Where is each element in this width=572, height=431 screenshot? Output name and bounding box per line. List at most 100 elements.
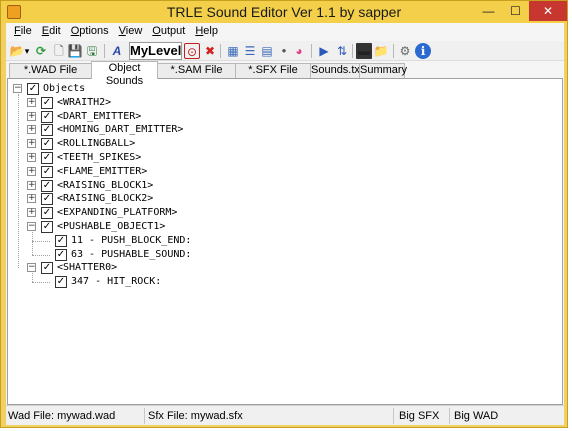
folder-icon[interactable]: 📁 [373, 43, 389, 59]
node-checkbox[interactable]: ✓ [55, 276, 67, 289]
node-checkbox[interactable]: ✓ [41, 262, 53, 275]
node-checkbox[interactable]: ✓ [55, 248, 67, 261]
node-checkbox[interactable]: ✓ [41, 152, 53, 164]
node-label: <ROLLINGBALL> [57, 138, 136, 150]
details-view-icon[interactable]: ▤ [259, 43, 275, 59]
font-icon[interactable]: A [109, 43, 125, 59]
expand-icon[interactable]: + [27, 153, 36, 162]
expand-icon[interactable]: + [27, 111, 36, 121]
record-icon[interactable]: ⊙ [184, 43, 200, 59]
node-checkbox[interactable]: ✓ [41, 221, 53, 233]
node-checkbox[interactable]: ✓ [41, 124, 53, 137]
node-checkbox[interactable]: ✓ [41, 96, 53, 109]
minimize-button[interactable]: — [475, 1, 502, 21]
title-bar[interactable]: TRLE Sound Editor Ver 1.1 by sapper — ☐ … [1, 1, 567, 23]
menu-options[interactable]: Options [66, 23, 114, 41]
status-big-wad: Big WAD [454, 410, 499, 422]
tree-object-node[interactable]: − ✓ <PUSHABLE_OBJECT1> [8, 220, 558, 234]
node-label: <EXPANDING_PLATFORM> [57, 207, 178, 219]
open-dropdown-icon[interactable]: ▾ [23, 43, 31, 59]
node-checkbox[interactable]: ✓ [41, 207, 53, 220]
collapse-icon[interactable]: − [27, 222, 36, 231]
node-label: <WRAITH2> [57, 96, 112, 108]
tree-object-node[interactable]: + ✓ <ROLLINGBALL> [8, 137, 558, 151]
menu-view-mnemonic: V [118, 25, 126, 37]
tree-object-node[interactable]: + ✓ <DART_EMITTER> [8, 110, 558, 124]
collapse-icon[interactable]: − [27, 263, 36, 273]
status-big-sfx: Big SFX [399, 410, 440, 422]
app-window: TRLE Sound Editor Ver 1.1 by sapper — ☐ … [0, 0, 568, 428]
tree-object-node[interactable]: − ✓ <SHATTER0> [8, 261, 558, 275]
expand-icon[interactable]: + [27, 97, 36, 107]
tree-object-node[interactable]: + ✓ <RAISING_BLOCK2> [8, 192, 558, 206]
expand-icon[interactable]: + [27, 139, 36, 149]
menu-view[interactable]: View [114, 23, 148, 41]
settings-icon[interactable]: ⚙ [397, 43, 413, 59]
expand-icon[interactable]: + [27, 194, 36, 204]
play-icon[interactable]: ▶ [316, 43, 332, 59]
list-view-icon[interactable]: ☰ [242, 43, 258, 59]
tab-sam-file-names[interactable]: *.SAM File Names [157, 63, 236, 89]
expand-icon[interactable]: + [27, 166, 36, 176]
save-as-icon[interactable]: 🖫 [84, 43, 100, 59]
node-label: Objects [43, 83, 86, 94]
tab-sounds-txt[interactable]: Sounds.txt [310, 63, 363, 78]
dot-icon[interactable]: ● [276, 43, 292, 59]
collapse-icon[interactable]: − [13, 84, 22, 93]
delete-icon[interactable]: ✖ [202, 43, 218, 59]
menu-edit[interactable]: Edit [37, 23, 66, 41]
tree-object-node[interactable]: + ✓ <FLAME_EMITTER> [8, 165, 558, 179]
tree-sound-node[interactable]: ✓ 11 - PUSH_BLOCK_END: [8, 234, 558, 248]
status-separator [144, 408, 145, 424]
tab-sfx-file-sounds[interactable]: *.SFX File Sounds [235, 63, 311, 89]
node-label: <SHATTER0> [57, 262, 118, 274]
tab-object-sounds[interactable]: Object Sounds [91, 61, 158, 87]
expand-icon[interactable]: + [27, 180, 36, 190]
color-wheel-icon[interactable]: ◕ [291, 43, 307, 59]
tree-connector [32, 232, 33, 255]
tree-sound-node[interactable]: ✓ 63 - PUSHABLE_SOUND: [8, 248, 558, 262]
status-sfx-file: Sfx File: mywad.sfx [148, 410, 243, 422]
node-label: <HOMING_DART_EMITTER> [57, 124, 184, 136]
client-area: File Edit Options View Output Help 📂 ▾ ⟳… [6, 23, 564, 425]
node-checkbox[interactable]: ✓ [27, 83, 39, 95]
save-icon[interactable]: 💾 [67, 43, 83, 59]
console-icon[interactable]: ▬ [356, 43, 372, 59]
tab-summary[interactable]: Summary [359, 63, 407, 78]
node-label: <TEETH_SPIKES> [57, 152, 142, 163]
sort-icon[interactable]: ⇅ [334, 43, 350, 59]
node-checkbox[interactable]: ✓ [41, 138, 53, 151]
status-separator [393, 408, 394, 424]
node-checkbox[interactable]: ✓ [41, 193, 53, 206]
menu-file[interactable]: File [9, 23, 37, 41]
node-label: <RAISING_BLOCK2> [57, 193, 154, 205]
node-checkbox[interactable]: ✓ [55, 234, 67, 247]
tree-sound-node[interactable]: ✓ 347 - HIT_ROCK: [8, 275, 558, 289]
menu-help[interactable]: Help [190, 23, 223, 41]
menu-options-mnemonic: O [70, 25, 80, 37]
menu-output[interactable]: Output [147, 23, 190, 41]
grid-view-icon[interactable]: ▦ [225, 43, 241, 59]
refresh-icon[interactable]: ⟳ [33, 43, 49, 59]
expand-icon[interactable]: + [27, 125, 36, 135]
tree-object-node[interactable]: + ✓ <RAISING_BLOCK1> [8, 179, 558, 193]
new-file-icon[interactable]: 🗋 [51, 43, 67, 59]
node-checkbox[interactable]: ✓ [41, 179, 53, 192]
tree-object-node[interactable]: + ✓ <TEETH_SPIKES> [8, 151, 558, 165]
menu-help-label: elp [203, 25, 218, 37]
tab-wad-file-sounds[interactable]: *.WAD File Sounds [9, 63, 92, 89]
node-checkbox[interactable]: ✓ [41, 165, 53, 178]
node-checkbox[interactable]: ✓ [41, 110, 53, 123]
tree-object-node[interactable]: + ✓ <WRAITH2> [8, 96, 558, 110]
node-label: <RAISING_BLOCK1> [57, 179, 154, 191]
close-button[interactable]: ✕ [529, 1, 567, 21]
maximize-button[interactable]: ☐ [502, 1, 529, 21]
tree-object-node[interactable]: + ✓ <EXPANDING_PLATFORM> [8, 206, 558, 220]
menu-bar: File Edit Options View Output Help [6, 23, 564, 41]
tree-object-node[interactable]: + ✓ <HOMING_DART_EMITTER> [8, 123, 558, 137]
info-icon[interactable]: ℹ [415, 43, 431, 59]
tree-root[interactable]: − ✓ Objects [8, 82, 558, 96]
toolbar-separator [393, 44, 394, 58]
expand-icon[interactable]: + [27, 208, 36, 218]
object-sounds-tree[interactable]: − ✓ Objects + ✓ <WRAITH2> + ✓ <DART_EMITTER> + ✓ <H… [7, 78, 563, 405]
